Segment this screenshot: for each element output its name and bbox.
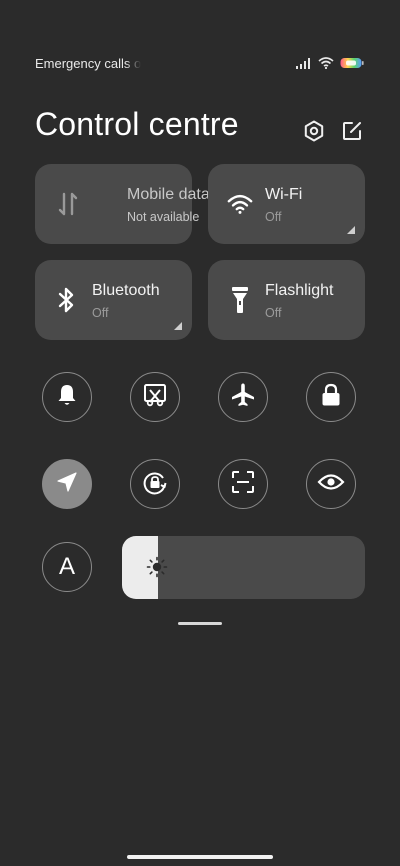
screenshot-icon xyxy=(143,383,167,412)
control-centre-screen: Emergency calls only xyxy=(0,0,400,866)
signal-icon xyxy=(296,57,312,69)
wifi-icon xyxy=(318,57,334,69)
rotation-lock-icon xyxy=(142,469,168,500)
wifi-icon xyxy=(227,191,253,217)
airplane-toggle[interactable] xyxy=(218,372,268,422)
silent-toggle[interactable] xyxy=(42,372,92,422)
page-title: Control centre xyxy=(35,106,239,142)
bluetooth-tile[interactable]: Bluetooth Off xyxy=(35,260,192,340)
battery-icon xyxy=(340,57,364,69)
wifi-tile[interactable]: Wi-Fi Off xyxy=(208,164,365,244)
drag-handle[interactable] xyxy=(178,622,222,625)
edit-icon xyxy=(341,120,363,147)
screenshot-toggle[interactable] xyxy=(130,372,180,422)
location-toggle[interactable] xyxy=(42,459,92,509)
lock-icon xyxy=(320,383,342,412)
mobile-data-label: Mobile data xyxy=(127,186,210,203)
reading-mode-toggle[interactable] xyxy=(306,459,356,509)
scanner-toggle[interactable] xyxy=(218,459,268,509)
home-indicator[interactable] xyxy=(127,855,273,859)
rotation-lock-toggle[interactable] xyxy=(130,459,180,509)
wifi-label: Wi-Fi xyxy=(265,186,303,203)
expand-corner-icon[interactable] xyxy=(174,322,182,330)
eye-icon xyxy=(317,472,345,497)
settings-button[interactable] xyxy=(302,120,326,147)
bluetooth-status: Off xyxy=(92,306,109,320)
wifi-status: Off xyxy=(265,210,282,224)
sun-icon xyxy=(146,556,168,578)
flashlight-tile[interactable]: Flashlight Off xyxy=(208,260,365,340)
expand-corner-icon[interactable] xyxy=(347,226,355,234)
bell-icon xyxy=(56,383,78,412)
airplane-icon xyxy=(230,382,256,413)
carrier-text: Emergency calls only xyxy=(35,56,141,71)
flashlight-label: Flashlight xyxy=(265,282,334,299)
bluetooth-label: Bluetooth xyxy=(92,282,160,299)
auto-brightness-letter: A xyxy=(58,553,75,580)
location-icon xyxy=(56,471,78,498)
bluetooth-icon xyxy=(54,287,80,313)
mobile-data-status: Not available xyxy=(127,210,200,224)
lock-screen-toggle[interactable] xyxy=(306,372,356,422)
scanner-icon xyxy=(231,470,255,499)
auto-brightness-toggle[interactable]: A xyxy=(42,542,92,592)
flashlight-icon xyxy=(227,287,253,313)
settings-icon xyxy=(303,120,325,147)
flashlight-status: Off xyxy=(265,306,282,320)
mobile-data-icon xyxy=(55,191,81,217)
mobile-data-tile[interactable]: Mobile data Not available xyxy=(35,164,210,244)
status-icons xyxy=(296,56,364,70)
edit-button[interactable] xyxy=(340,121,364,145)
brightness-slider[interactable] xyxy=(122,536,365,599)
